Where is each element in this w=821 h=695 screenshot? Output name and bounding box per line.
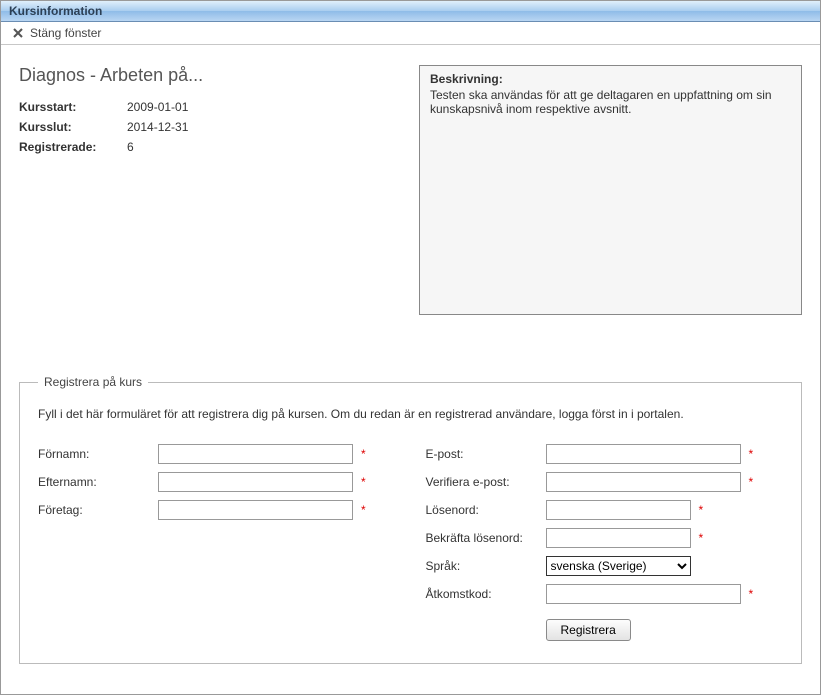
course-title: Diagnos - Arbeten på... xyxy=(19,65,399,86)
required-mark: * xyxy=(749,475,754,489)
select-language[interactable]: svenska (Sverige) xyxy=(546,556,691,576)
input-firstname[interactable] xyxy=(158,444,353,464)
input-accesscode[interactable] xyxy=(546,584,741,604)
input-company[interactable] xyxy=(158,500,353,520)
form-intro: Fyll i det här formuläret för att regist… xyxy=(38,407,783,421)
input-password[interactable] xyxy=(546,500,691,520)
row-language: Språk: svenska (Sverige) xyxy=(426,555,784,577)
description-text: Testen ska användas för att ge deltagare… xyxy=(430,88,791,116)
required-mark: * xyxy=(361,447,366,461)
label-confirm-password: Bekräfta lösenord: xyxy=(426,531,546,545)
close-window-label: Stäng fönster xyxy=(30,26,101,40)
input-verify-email[interactable] xyxy=(546,472,741,492)
label-language: Språk: xyxy=(426,559,546,573)
required-mark: * xyxy=(361,475,366,489)
register-legend: Registrera på kurs xyxy=(38,375,148,389)
toolbar: Stäng fönster xyxy=(1,22,820,45)
row-confirm-password: Bekräfta lösenord: * xyxy=(426,527,784,549)
form-right-column: E-post: * Verifiera e-post: * Lösenord: … xyxy=(426,443,784,641)
row-verify-email: Verifiera e-post: * xyxy=(426,471,784,493)
form-left-column: Förnamn: * Efternamn: * Företag: * xyxy=(38,443,396,641)
label-password: Lösenord: xyxy=(426,503,546,517)
window-title: Kursinformation xyxy=(9,4,102,18)
form-columns: Förnamn: * Efternamn: * Företag: * xyxy=(38,443,783,641)
row-password: Lösenord: * xyxy=(426,499,784,521)
meta-row-registered: Registrerade: 6 xyxy=(19,140,399,154)
content: Diagnos - Arbeten på... Kursstart: 2009-… xyxy=(1,45,820,694)
meta-label-registered: Registrerade: xyxy=(19,140,127,154)
input-lastname[interactable] xyxy=(158,472,353,492)
meta-value-end: 2014-12-31 xyxy=(127,120,188,134)
meta-label-end: Kursslut: xyxy=(19,120,127,134)
label-verify-email: Verifiera e-post: xyxy=(426,475,546,489)
row-email: E-post: * xyxy=(426,443,784,465)
close-window-button[interactable]: Stäng fönster xyxy=(11,26,101,40)
label-firstname: Förnamn: xyxy=(38,447,158,461)
meta-row-start: Kursstart: 2009-01-01 xyxy=(19,100,399,114)
register-fieldset: Registrera på kurs Fyll i det här formul… xyxy=(19,375,802,664)
submit-row: Registrera xyxy=(426,619,784,641)
meta-row-end: Kursslut: 2014-12-31 xyxy=(19,120,399,134)
title-bar: Kursinformation xyxy=(1,1,820,22)
window: Kursinformation Stäng fönster Diagnos - … xyxy=(0,0,821,695)
course-meta: Diagnos - Arbeten på... Kursstart: 2009-… xyxy=(19,65,399,160)
meta-value-registered: 6 xyxy=(127,140,134,154)
required-mark: * xyxy=(749,447,754,461)
close-icon xyxy=(11,26,25,40)
row-lastname: Efternamn: * xyxy=(38,471,396,493)
row-firstname: Förnamn: * xyxy=(38,443,396,465)
label-company: Företag: xyxy=(38,503,158,517)
meta-label-start: Kursstart: xyxy=(19,100,127,114)
required-mark: * xyxy=(699,503,704,517)
input-email[interactable] xyxy=(546,444,741,464)
input-confirm-password[interactable] xyxy=(546,528,691,548)
course-summary-row: Diagnos - Arbeten på... Kursstart: 2009-… xyxy=(19,65,802,315)
row-company: Företag: * xyxy=(38,499,396,521)
required-mark: * xyxy=(361,503,366,517)
register-button[interactable]: Registrera xyxy=(546,619,631,641)
description-box: Beskrivning: Testen ska användas för att… xyxy=(419,65,802,315)
label-lastname: Efternamn: xyxy=(38,475,158,489)
row-accesscode: Åtkomstkod: * xyxy=(426,583,784,605)
description-heading: Beskrivning: xyxy=(430,72,791,86)
label-accesscode: Åtkomstkod: xyxy=(426,587,546,601)
meta-value-start: 2009-01-01 xyxy=(127,100,188,114)
required-mark: * xyxy=(699,531,704,545)
label-email: E-post: xyxy=(426,447,546,461)
required-mark: * xyxy=(749,587,754,601)
